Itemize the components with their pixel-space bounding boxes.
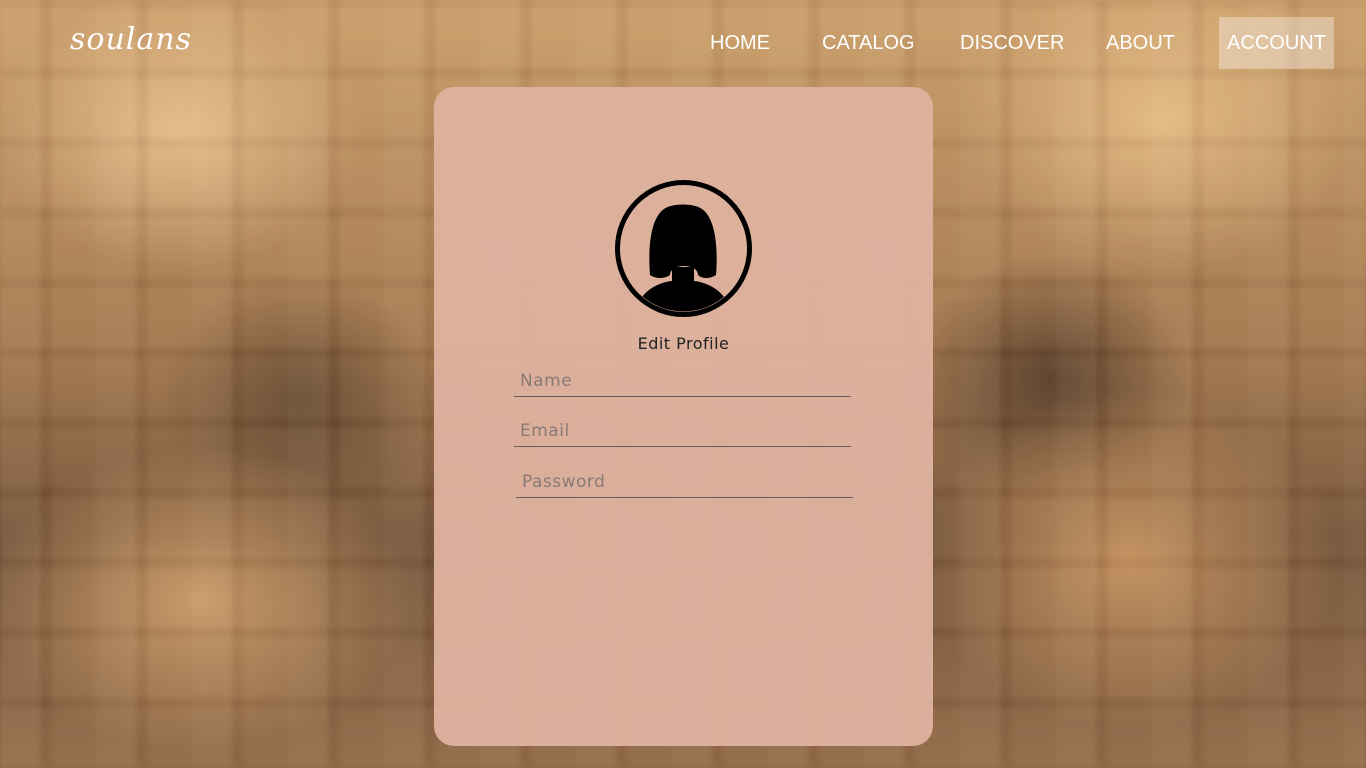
- name-field[interactable]: [514, 365, 851, 397]
- nav-catalog-link[interactable]: CATALOG: [811, 17, 926, 69]
- edit-profile-title: Edit Profile: [637, 334, 730, 353]
- brand-logo[interactable]: soulans: [70, 22, 192, 57]
- nav-discover-link[interactable]: DISCOVER: [949, 17, 1075, 69]
- top-navbar: soulans HOME CATALOG DISCOVER ABOUT ACCO…: [0, 0, 1366, 86]
- nav-home-link[interactable]: HOME: [699, 17, 781, 69]
- password-field[interactable]: [516, 466, 853, 498]
- edit-profile-card: Edit Profile: [434, 87, 933, 746]
- user-avatar-icon[interactable]: [614, 179, 753, 318]
- nav-account-link[interactable]: ACCOUNT: [1219, 17, 1334, 69]
- nav-about-link[interactable]: ABOUT: [1095, 17, 1186, 69]
- avatar-svg: [615, 180, 752, 317]
- email-field[interactable]: [514, 415, 851, 447]
